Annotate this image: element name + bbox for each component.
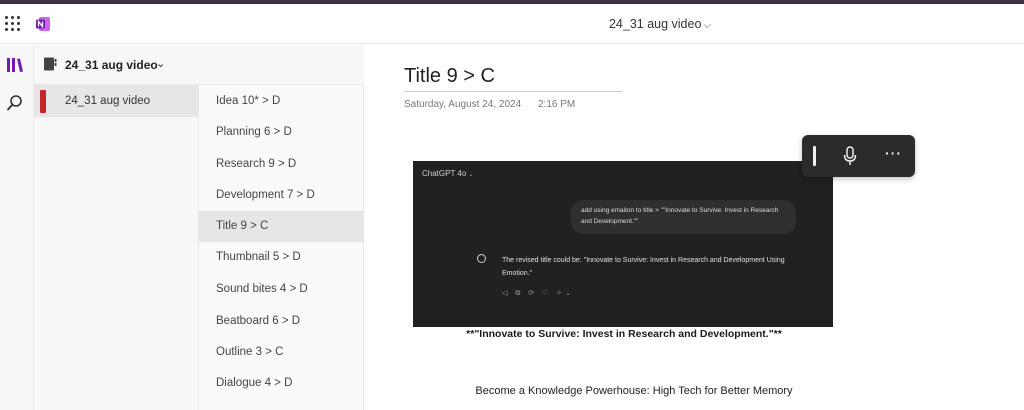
chat-user-message: add using emaiton to title > ""Innovate … <box>571 200 796 234</box>
top-bar: 24_31 aug video ⌵ <box>0 4 1024 44</box>
floating-toolbar: ··· <box>802 135 915 177</box>
notebook-selector[interactable]: 24_31 aug video ⌄ <box>34 45 364 85</box>
chat-action-icons: ◁ ⧉ ⟳ ♡ ✧⌄ <box>502 290 575 297</box>
page-item-selected[interactable]: Title 9 > C <box>199 211 363 242</box>
chat-assistant-reply: The revised title could be: "Innovate to… <box>502 257 785 277</box>
page-item[interactable]: Thumbnail 5 > D <box>199 242 363 273</box>
chevron-down-icon: ⌄ <box>156 58 166 70</box>
section-item[interactable]: 24_31 aug video <box>34 85 199 117</box>
microphone-icon[interactable] <box>842 146 858 166</box>
title-underline <box>404 91 623 92</box>
image-caption[interactable]: **"Innovate to Survive: Invest in Resear… <box>409 328 839 340</box>
document-title[interactable]: 24_31 aug video ⌵ <box>0 17 1024 31</box>
page-canvas[interactable]: Title 9 > C Saturday, August 24, 2024 2:… <box>364 45 1024 410</box>
left-rail <box>0 45 34 410</box>
chat-model-label: ChatGPT 4o ⌄ <box>422 169 473 178</box>
page-item[interactable]: Idea 10* > D <box>199 86 363 117</box>
section-label: 24_31 aug video <box>65 95 151 107</box>
more-icon[interactable]: ··· <box>885 145 902 161</box>
page-list: Idea 10* > D Planning 6 > D Research 9 >… <box>199 85 364 410</box>
page-item[interactable]: Research 9 > D <box>199 149 363 180</box>
chevron-down-icon: ⌵ <box>703 20 712 31</box>
page-title[interactable]: Title 9 > C <box>404 65 495 88</box>
page-item[interactable]: Sound bites 4 > D <box>199 274 363 305</box>
page-body-text[interactable]: Become a Knowledge Powerhouse: High Tech… <box>424 385 844 397</box>
page-item[interactable]: Planning 6 > D <box>199 117 363 148</box>
page-item[interactable]: Dialogue 4 > D <box>199 368 363 399</box>
page-date: Saturday, August 24, 2024 <box>404 99 522 110</box>
notebooks-icon[interactable] <box>6 57 24 73</box>
page-time: 2:16 PM <box>538 99 576 110</box>
chevron-down-icon: ⌄ <box>468 172 474 178</box>
text-cursor-icon[interactable] <box>813 146 816 166</box>
chat-model-name: ChatGPT 4o <box>422 169 467 178</box>
document-title-text: 24_31 aug video <box>608 17 702 31</box>
notebook-icon <box>44 57 57 71</box>
embedded-chat-screenshot[interactable]: ChatGPT 4o ⌄ add using emaiton to title >… <box>413 161 833 327</box>
notebook-name: 24_31 aug video <box>65 58 158 72</box>
section-color-tab <box>40 90 46 113</box>
page-item[interactable]: Outline 3 > C <box>199 337 363 368</box>
page-item[interactable]: Development 7 > D <box>199 180 363 211</box>
search-icon[interactable] <box>6 94 24 112</box>
section-list: 24_31 aug video <box>34 85 199 410</box>
assistant-avatar-icon <box>477 254 486 263</box>
page-item[interactable]: Beatboard 6 > D <box>199 306 363 337</box>
